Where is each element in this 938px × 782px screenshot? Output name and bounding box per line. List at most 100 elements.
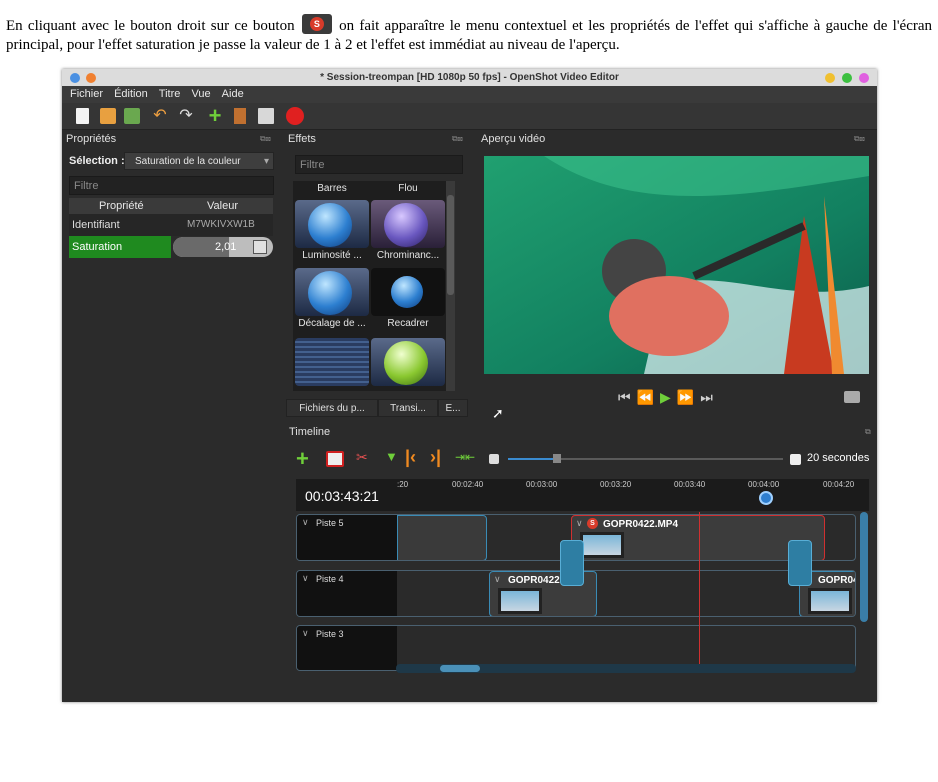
add-track-icon[interactable]: + xyxy=(296,447,309,471)
effects-dock-buttons[interactable]: ⧉⊠ xyxy=(452,134,463,144)
ruler-tick-label: 00:02:40 xyxy=(452,480,484,489)
effects-scrollbar[interactable] xyxy=(446,181,455,391)
property-name: Saturation xyxy=(72,241,123,253)
track-name: Piste 3 xyxy=(316,629,344,639)
jump-end-icon[interactable]: ⏭ xyxy=(700,389,719,405)
scrollbar-thumb[interactable] xyxy=(447,195,454,295)
marker-icon[interactable]: ▼ xyxy=(385,449,398,464)
properties-filter-input[interactable]: Filtre xyxy=(69,176,274,195)
film-icon[interactable] xyxy=(234,108,246,124)
rewind-icon[interactable]: ⏪ xyxy=(637,389,660,405)
tab-transitions[interactable]: Transi... xyxy=(378,399,438,417)
transition-block[interactable] xyxy=(560,540,584,586)
effect-label: Recadrer xyxy=(387,318,429,329)
saturation-slider[interactable]: 2,01 xyxy=(173,237,273,257)
next-marker-icon[interactable]: ›| xyxy=(430,447,441,468)
maximize-icon[interactable] xyxy=(842,73,852,83)
zoom-out-icon[interactable] xyxy=(489,454,499,464)
menu-vue[interactable]: Vue xyxy=(191,86,210,103)
add-icon[interactable]: + xyxy=(207,105,223,127)
menu-titre[interactable]: Titre xyxy=(159,86,181,103)
minimize-icon[interactable] xyxy=(825,73,835,83)
effect-thumbnail xyxy=(371,268,445,316)
transition-block[interactable] xyxy=(788,540,812,586)
redo-icon[interactable]: ↷ xyxy=(178,108,194,124)
tab-effects[interactable]: E... xyxy=(438,399,468,417)
track-name: Piste 4 xyxy=(316,574,344,584)
effect-label xyxy=(371,386,445,391)
close-icon[interactable] xyxy=(859,73,869,83)
window-titlebar[interactable]: * Session-treompan [HD 1080p 50 fps] - O… xyxy=(62,69,877,86)
undo-icon[interactable]: ↶ xyxy=(152,108,168,124)
effect-item[interactable] xyxy=(295,338,369,391)
effect-item[interactable]: Recadrer xyxy=(371,268,445,332)
timeline-clip[interactable]: ∨ S GOPR0422.MP4 xyxy=(571,515,825,560)
tab-project-files[interactable]: Fichiers du p... xyxy=(286,399,378,417)
preview-dock-buttons[interactable]: ⧉⊠ xyxy=(854,134,865,144)
effects-grid: Barres Flou Luminosité ... Chrominanc...… xyxy=(293,181,455,391)
track-header: ∨ Piste 3 xyxy=(297,626,397,670)
fast-forward-icon[interactable]: ⏩ xyxy=(677,389,700,405)
effect-item[interactable]: Décalage de ... xyxy=(295,268,369,332)
effect-item[interactable]: Luminosité ... xyxy=(295,200,369,264)
snap-icon[interactable] xyxy=(326,451,344,467)
selection-dropdown[interactable]: Saturation de la couleur ▾ xyxy=(124,152,274,170)
timeline-toolbar: + ✂ ▼ |‹ ›| ⇥⇤ 20 secondes xyxy=(286,447,877,473)
center-playhead-icon[interactable]: ⇥⇤ xyxy=(455,450,475,464)
timeline-tracks: ∨ Piste 5 ∨ S GOPR0422.MP4 ∨ Piste 4 ∨ G… xyxy=(286,512,877,782)
timeline-dock-button[interactable]: ⧉ xyxy=(865,427,871,437)
effect-item[interactable]: Chrominanc... xyxy=(371,200,445,264)
properties-dock-buttons[interactable]: ⧉⊠ xyxy=(260,134,271,144)
timeline-ruler[interactable]: 00:03:43:21 :20 00:02:40 00:03:00 00:03:… xyxy=(296,479,869,511)
effect-thumbnail xyxy=(371,200,445,248)
menu-fichier[interactable]: Fichier xyxy=(70,86,103,103)
property-value: 2,01 xyxy=(215,241,237,253)
effect-label: Décalage de ... xyxy=(298,318,366,329)
zoom-in-icon[interactable] xyxy=(790,454,801,465)
record-icon[interactable] xyxy=(286,107,304,125)
scrollbar-thumb[interactable] xyxy=(440,665,480,672)
save-icon[interactable] xyxy=(124,108,140,124)
export-icon[interactable] xyxy=(258,108,274,124)
zoom-slider-fill xyxy=(508,458,556,460)
menu-aide[interactable]: Aide xyxy=(222,86,244,103)
playhead-handle-icon[interactable] xyxy=(759,491,773,505)
menu-edition[interactable]: Édition xyxy=(114,86,148,103)
effect-label: Barres xyxy=(317,183,347,194)
zoom-label: 20 secondes xyxy=(807,452,870,464)
window-dot-icon[interactable] xyxy=(86,73,96,83)
effect-badge-icon[interactable]: S xyxy=(587,518,598,529)
effect-thumbnail xyxy=(295,338,369,386)
razor-icon[interactable]: ✂ xyxy=(356,449,368,466)
track-name: Piste 5 xyxy=(316,518,344,528)
play-icon[interactable]: ▶ xyxy=(660,389,677,405)
property-row-selected[interactable]: Saturation xyxy=(69,236,171,258)
new-file-icon[interactable] xyxy=(76,108,89,124)
zoom-slider-handle[interactable] xyxy=(553,454,561,463)
effect-thumbnail xyxy=(295,200,369,248)
playback-controls: ⏮⏪▶⏩⏭ xyxy=(618,389,719,406)
camera-icon[interactable] xyxy=(844,391,860,403)
effect-item[interactable] xyxy=(371,338,445,391)
keyframe-icon[interactable] xyxy=(253,240,267,254)
mouse-cursor-icon: ➚ xyxy=(492,405,504,421)
playhead-line xyxy=(699,512,700,672)
timeline-vertical-scrollbar[interactable] xyxy=(860,512,868,622)
window-dot-icon[interactable] xyxy=(70,73,80,83)
chevron-down-icon: ∨ xyxy=(576,518,583,528)
menubar: Fichier Édition Titre Vue Aide xyxy=(62,86,877,103)
ruler-tick-label: 00:03:00 xyxy=(526,480,558,489)
open-folder-icon[interactable] xyxy=(100,108,116,124)
video-preview[interactable] xyxy=(484,156,869,374)
zoom-slider[interactable] xyxy=(508,454,783,463)
ruler-tick-label: 00:03:40 xyxy=(674,480,706,489)
chevron-down-icon: ∨ xyxy=(494,574,501,584)
effect-label: Flou xyxy=(398,183,418,194)
jump-start-icon[interactable]: ⏮ xyxy=(618,389,637,405)
property-row[interactable]: Identifiant M7WKIVXW1B xyxy=(69,214,273,236)
column-header: Propriété xyxy=(99,200,144,212)
chevron-down-icon: ∨ xyxy=(302,628,309,638)
effects-filter-input[interactable]: Filtre xyxy=(295,155,463,174)
timeline-horizontal-scrollbar[interactable] xyxy=(396,664,856,673)
previous-marker-icon[interactable]: |‹ xyxy=(405,447,416,468)
